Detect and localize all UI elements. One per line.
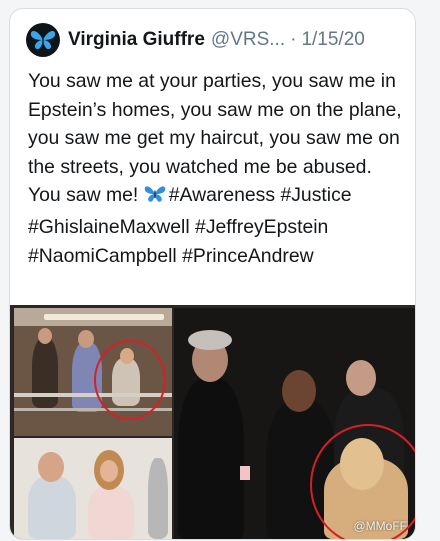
- portrait-photo[interactable]: [14, 438, 172, 539]
- tweet-text: You saw me at your parties, you saw me i…: [28, 67, 408, 270]
- blue-butterfly-icon: [144, 184, 166, 213]
- author-handle[interactable]: @VRS...: [211, 29, 285, 51]
- highlight-circle: [94, 340, 166, 420]
- party-photo[interactable]: [14, 308, 172, 436]
- author-name[interactable]: Virginia Giuffre: [68, 29, 205, 51]
- tweet-media-collage[interactable]: @MMoFF: [10, 305, 415, 539]
- tweet-card[interactable]: Virginia Giuffre @VRS... · 1/15/20 You s…: [9, 8, 416, 540]
- tweet-date[interactable]: 1/15/20: [301, 29, 364, 51]
- image-watermark: @MMoFF: [353, 519, 407, 533]
- tweet-header: Virginia Giuffre @VRS... · 1/15/20: [26, 23, 365, 57]
- separator-dot: ·: [290, 29, 297, 50]
- event-photo[interactable]: @MMoFF: [174, 308, 415, 539]
- butterfly-avatar-icon[interactable]: [26, 23, 60, 57]
